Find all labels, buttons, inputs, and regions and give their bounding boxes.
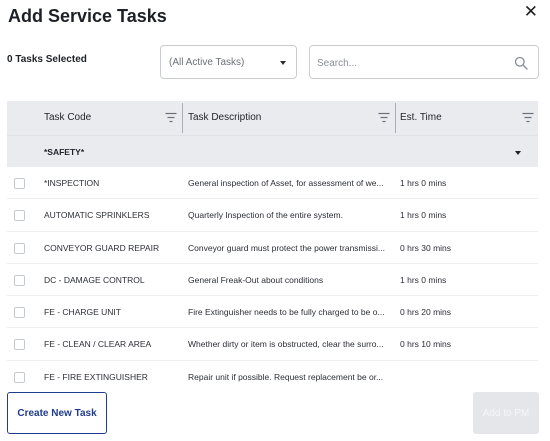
task-code: FE - CLEAN / CLEAR AREA — [44, 339, 152, 350]
row-checkbox[interactable] — [14, 274, 25, 286]
chevron-down-icon[interactable] — [515, 151, 521, 155]
task-description: General inspection of Asset, for assessm… — [188, 178, 384, 188]
task-filter-value: (All Active Tasks) — [169, 57, 245, 68]
table-header: Task Code Task Description Est. Time — [7, 101, 538, 135]
est-time: 1 hrs 0 mins — [400, 178, 447, 188]
column-header-est-time[interactable]: Est. Time — [400, 101, 442, 135]
table-row[interactable]: FE - FIRE EXTINGUISHER Repair unit if po… — [7, 360, 538, 386]
table-row[interactable]: *INSPECTION General inspection of Asset,… — [7, 167, 538, 200]
table-row[interactable]: CONVEYOR GUARD REPAIR Conveyor guard mus… — [7, 231, 538, 264]
search-icon[interactable] — [514, 56, 528, 70]
task-description: Whether dirty or item is obstructed, cle… — [188, 339, 384, 350]
est-time: 1 hrs 0 mins — [400, 210, 447, 221]
task-code: *INSPECTION — [44, 178, 100, 188]
column-divider[interactable] — [395, 103, 396, 133]
column-divider[interactable] — [182, 103, 183, 133]
create-new-task-button[interactable]: Create New Task — [7, 392, 107, 434]
group-label: *SAFETY* — [44, 147, 85, 157]
task-code: FE - FIRE EXTINGUISHER — [44, 371, 148, 382]
filter-icon[interactable] — [378, 112, 390, 123]
task-code: FE - CHARGE UNIT — [44, 307, 121, 318]
filter-icon[interactable] — [165, 112, 177, 123]
est-time: 0 hrs 20 mins — [400, 307, 452, 318]
task-description: Repair unit if possible. Request replace… — [188, 371, 384, 382]
group-row-safety[interactable]: *SAFETY* — [7, 135, 538, 167]
row-checkbox[interactable] — [14, 242, 25, 254]
chevron-down-icon — [280, 61, 286, 65]
table-row[interactable]: DC - DAMAGE CONTROL General Freak-Out ab… — [7, 263, 538, 297]
task-description: Quarterly Inspection of the entire syste… — [188, 210, 343, 221]
task-code: CONVEYOR GUARD REPAIR — [44, 242, 160, 253]
column-header-task-code[interactable]: Task Code — [44, 101, 91, 135]
dialog-title: Add Service Tasks — [8, 6, 167, 26]
row-checkbox[interactable] — [14, 210, 25, 222]
est-time: 1 hrs 0 mins — [400, 274, 447, 285]
table-row[interactable]: AUTOMATIC SPRINKLERS Quarterly Inspectio… — [7, 199, 538, 232]
table-row[interactable]: FE - CHARGE UNIT Fire Extinguisher needs… — [7, 296, 538, 329]
row-checkbox[interactable] — [14, 307, 25, 319]
filter-icon[interactable] — [522, 112, 534, 123]
add-to-pm-button[interactable]: Add to PM — [473, 392, 539, 434]
task-code: DC - DAMAGE CONTROL — [44, 274, 145, 285]
task-code: AUTOMATIC SPRINKLERS — [44, 210, 150, 221]
close-icon[interactable]: ✕ — [524, 3, 538, 21]
task-description: General Freak-Out about conditions — [188, 274, 324, 285]
table-row[interactable]: FE - CLEAN / CLEAR AREA Whether dirty or… — [7, 328, 538, 361]
task-filter-dropdown[interactable]: (All Active Tasks) — [160, 45, 297, 79]
row-checkbox[interactable] — [14, 339, 25, 351]
row-checkbox[interactable] — [14, 178, 25, 189]
task-description: Conveyor guard must protect the power tr… — [188, 242, 385, 253]
est-time: 0 hrs 30 mins — [400, 242, 452, 253]
task-table: Task Code Task Description Est. Time *SA… — [7, 101, 538, 386]
search-input[interactable] — [317, 55, 507, 71]
selected-count: 0 Tasks Selected — [7, 54, 87, 65]
column-header-task-description[interactable]: Task Description — [188, 101, 261, 135]
row-checkbox[interactable] — [14, 371, 25, 383]
est-time: 0 hrs 10 mins — [400, 339, 452, 350]
search-box[interactable] — [309, 45, 539, 79]
task-description: Fire Extinguisher needs to be fully char… — [188, 307, 385, 318]
